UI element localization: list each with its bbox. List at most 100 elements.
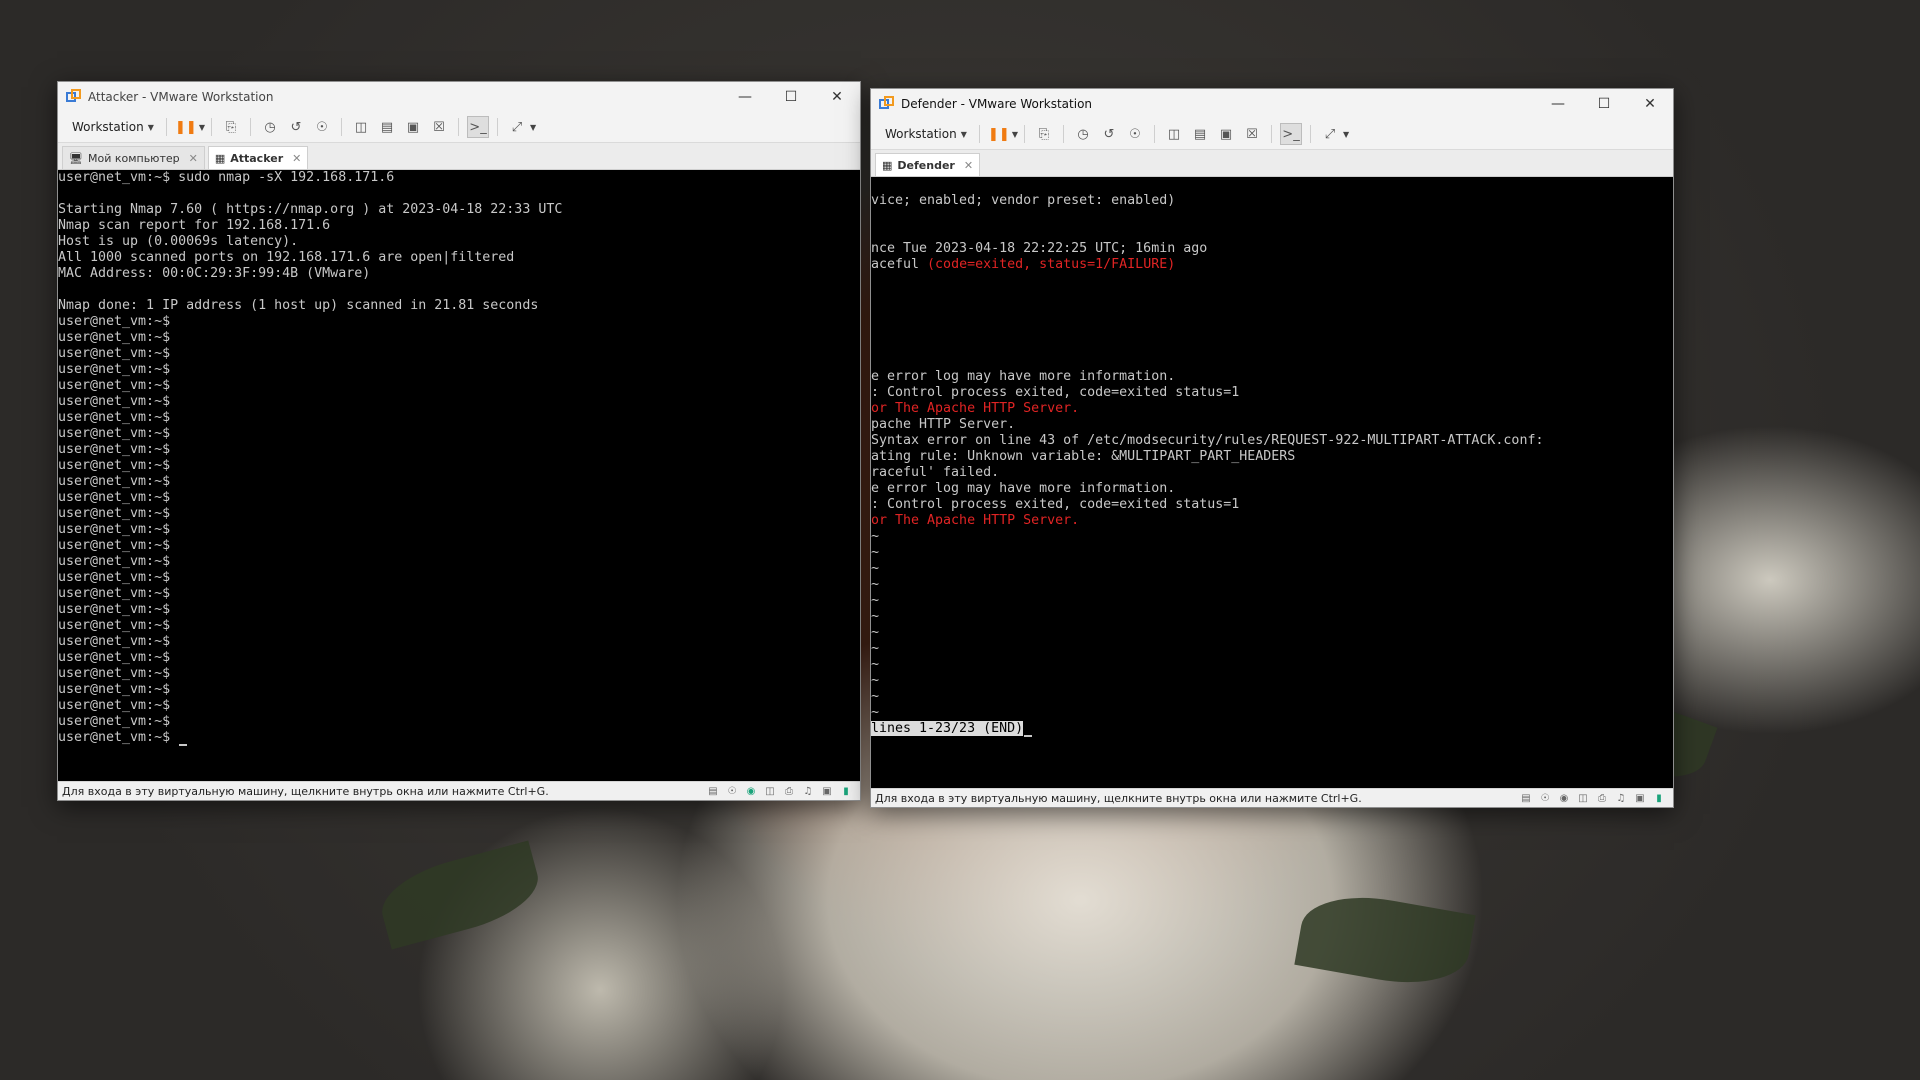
attacker-vm-window[interactable]: Attacker - VMware Workstation — ☐ ✕ Work… [57, 81, 861, 801]
printer-icon[interactable]: ⎙ [1594, 791, 1610, 805]
defender-titlebar[interactable]: Defender - VMware Workstation — ☐ ✕ [871, 89, 1673, 119]
window-title: Attacker - VMware Workstation [88, 90, 274, 104]
terminal-line: user@net_vm:~$ sudo nmap -sX 192.168.171… [58, 170, 395, 185]
minimize-button[interactable]: — [1535, 89, 1581, 119]
network-icon[interactable]: ◉ [743, 784, 759, 798]
stretch-dropdown-icon[interactable]: ▼ [530, 123, 536, 132]
workstation-menu[interactable]: Workstation ▼ [66, 120, 160, 134]
terminal-line: Nmap done: 1 IP address (1 host up) scan… [58, 298, 539, 313]
message-icon[interactable]: ▮ [1651, 791, 1667, 805]
attacker-console[interactable]: user@net_vm:~$ sudo nmap -sX 192.168.171… [58, 170, 860, 781]
terminal-output: vice; enabled; vendor preset: enabled) nc… [871, 177, 1673, 737]
terminal-line: user@net_vm:~$ [58, 474, 171, 489]
cd-icon[interactable]: ☉ [724, 784, 740, 798]
message-icon[interactable]: ▮ [838, 784, 854, 798]
close-icon[interactable]: ✕ [292, 152, 301, 165]
background-leaf [373, 840, 547, 950]
terminal-line: ~ [871, 689, 880, 704]
terminal-line: user@net_vm:~$ [58, 314, 171, 329]
fullscreen-icon[interactable]: ▣ [1215, 123, 1237, 145]
terminal-line: user@net_vm:~$ [58, 554, 171, 569]
sound-icon[interactable]: ♫ [1613, 791, 1629, 805]
unity-icon[interactable]: ☒ [428, 116, 450, 138]
terminal-line: ~ [871, 561, 880, 576]
toolbar-divider [458, 118, 459, 136]
terminal-line: All 1000 scanned ports on 192.168.171.6 … [58, 250, 515, 265]
terminal-line: Nmap scan report for 192.168.171.6 [58, 218, 331, 233]
unity-icon[interactable]: ☒ [1241, 123, 1263, 145]
stretch-icon[interactable]: ⤢ [506, 116, 528, 138]
terminal-line: user@net_vm:~$ [58, 682, 171, 697]
pause-icon[interactable]: ❚❚ [175, 116, 197, 138]
terminal-line: user@net_vm:~$ [58, 602, 171, 617]
toolbar-divider [211, 118, 212, 136]
terminal-line: ~ [871, 657, 880, 672]
terminal-line: nce Tue 2023-04-18 22:22:25 UTC; 16min a… [871, 241, 1208, 256]
terminal-line: user@net_vm:~$ [58, 666, 171, 681]
snapshot-icon[interactable]: ◷ [1072, 123, 1094, 145]
stretch-icon[interactable]: ⤢ [1319, 123, 1341, 145]
terminal-line: user@net_vm:~$ [58, 442, 171, 457]
terminal-line: ~ [871, 609, 880, 624]
terminal-line: Syntax error on line 43 of /etc/modsecur… [871, 433, 1544, 448]
terminal-line: user@net_vm:~$ [58, 394, 171, 409]
toolbar-divider [978, 125, 980, 143]
hdd-icon[interactable]: ▤ [705, 784, 721, 798]
minimize-button[interactable]: — [722, 82, 768, 112]
close-button[interactable]: ✕ [1627, 89, 1673, 119]
snapshot-manager-icon[interactable]: ☉ [1124, 123, 1146, 145]
text-cursor [1024, 735, 1033, 737]
library-icon[interactable]: ◫ [350, 116, 372, 138]
snapshot-icon[interactable]: ◷ [259, 116, 281, 138]
console-view-icon[interactable]: >_ [467, 116, 489, 138]
defender-vm-window[interactable]: Defender - VMware Workstation — ☐ ✕ Work… [870, 88, 1674, 808]
usb-icon[interactable]: ◫ [1575, 791, 1591, 805]
close-icon[interactable]: ✕ [189, 152, 198, 165]
stretch-dropdown-icon[interactable]: ▼ [1343, 130, 1349, 139]
vm-icon: ▦ [214, 151, 226, 165]
terminal-line: ~ [871, 705, 880, 720]
send-keys-icon[interactable]: ⎘ [220, 116, 242, 138]
snapshot-manager-icon[interactable]: ☉ [311, 116, 333, 138]
console-view-icon[interactable]: >_ [1280, 123, 1302, 145]
attacker-statusbar: Для входа в эту виртуальную машину, щелк… [58, 781, 860, 800]
display-icon[interactable]: ▣ [819, 784, 835, 798]
tab-attacker[interactable]: ▦ Attacker ✕ [207, 146, 309, 169]
chevron-down-icon: ▼ [960, 129, 967, 139]
power-dropdown-icon[interactable]: ▼ [199, 123, 205, 132]
tab-defender[interactable]: ▦ Defender ✕ [875, 153, 981, 176]
terminal-line: user@net_vm:~$ [58, 634, 171, 649]
terminal-line: ating rule: Unknown variable: &MULTIPART… [871, 449, 1296, 464]
printer-icon[interactable]: ⎙ [781, 784, 797, 798]
maximize-button[interactable]: ☐ [768, 82, 814, 112]
power-dropdown-icon[interactable]: ▼ [1012, 130, 1018, 139]
usb-icon[interactable]: ◫ [762, 784, 778, 798]
device-icons: ▤ ☉ ◉ ◫ ⎙ ♫ ▣ ▮ [705, 784, 860, 798]
library-icon[interactable]: ◫ [1163, 123, 1185, 145]
send-keys-icon[interactable]: ⎘ [1033, 123, 1055, 145]
defender-console[interactable]: vice; enabled; vendor preset: enabled) nc… [871, 177, 1673, 788]
cd-icon[interactable]: ☉ [1537, 791, 1553, 805]
vmware-icon [879, 96, 895, 112]
display-icon[interactable]: ▣ [1632, 791, 1648, 805]
fullscreen-icon[interactable]: ▣ [402, 116, 424, 138]
attacker-titlebar[interactable]: Attacker - VMware Workstation — ☐ ✕ [58, 82, 860, 112]
network-icon[interactable]: ◉ [1556, 791, 1572, 805]
close-icon[interactable]: ✕ [964, 159, 973, 172]
workstation-menu[interactable]: Workstation ▼ [879, 127, 973, 141]
terminal-line: ~ [871, 593, 880, 608]
maximize-button[interactable]: ☐ [1581, 89, 1627, 119]
pause-icon[interactable]: ❚❚ [988, 123, 1010, 145]
thumbnail-bar-icon[interactable]: ▤ [376, 116, 398, 138]
revert-snapshot-icon[interactable]: ↺ [1098, 123, 1120, 145]
toolbar-divider [497, 118, 498, 136]
revert-snapshot-icon[interactable]: ↺ [285, 116, 307, 138]
thumbnail-bar-icon[interactable]: ▤ [1189, 123, 1211, 145]
hdd-icon[interactable]: ▤ [1518, 791, 1534, 805]
tab-my-computer[interactable]: 🖥 Мой компьютер ✕ [62, 146, 205, 169]
sound-icon[interactable]: ♫ [800, 784, 816, 798]
close-button[interactable]: ✕ [814, 82, 860, 112]
terminal-line: user@net_vm:~$ [58, 458, 171, 473]
